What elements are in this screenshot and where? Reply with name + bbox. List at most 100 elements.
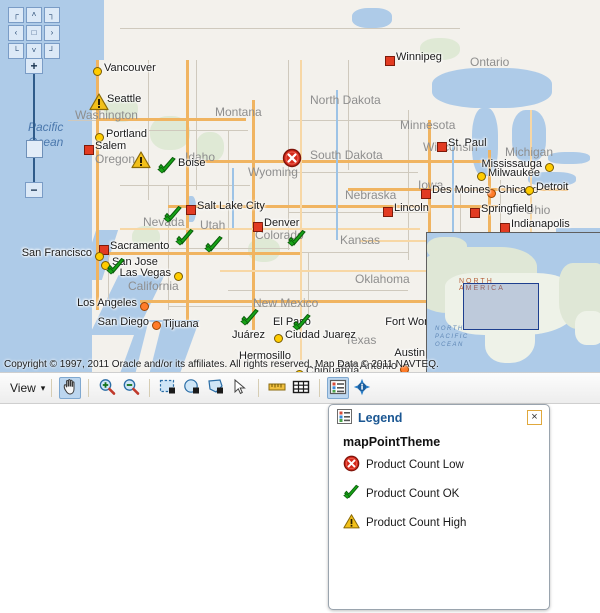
close-icon[interactable]: × (527, 410, 542, 425)
theme-marker-low[interactable] (282, 148, 302, 168)
map-viewport[interactable]: Pacific Ocean Washington Oregon Idaho Montan… (0, 0, 600, 372)
theme-marker-ok[interactable] (240, 308, 260, 328)
zoom-slider-track[interactable] (33, 74, 35, 182)
lake-ontario (548, 152, 590, 164)
theme-marker-ok[interactable] (163, 205, 183, 225)
map-navigation-pad[interactable]: ┌ ˄ ┐ ‹ □ › └ ˅ ┘ (8, 7, 62, 61)
city-marker[interactable] (140, 302, 149, 311)
state-label: Utah (200, 218, 226, 232)
overview-viewport-rectangle[interactable] (463, 283, 539, 330)
arrow-pointer-icon (231, 378, 249, 399)
city-marker[interactable] (525, 186, 534, 195)
city-marker[interactable] (95, 252, 104, 261)
legend-item-label: Product Count OK (366, 488, 460, 500)
zoom-in-button[interactable]: + (25, 58, 43, 74)
theme-marker-ok[interactable] (287, 229, 307, 249)
pan-north-button[interactable]: ˄ (26, 7, 42, 23)
state-border (196, 60, 197, 190)
circle-select-tool[interactable] (181, 377, 203, 399)
rectangle-select-tool[interactable] (157, 377, 179, 399)
city-marker[interactable] (93, 67, 102, 76)
ruler-icon (268, 378, 286, 399)
pan-southwest-button[interactable]: └ (8, 43, 24, 59)
city-label: Juárez (231, 329, 265, 341)
road-i80 (100, 252, 300, 255)
theme-marker-ok[interactable] (204, 235, 224, 255)
map-copyright: Copyright © 1997, 2011 Oracle and/or its… (4, 359, 439, 370)
state-border (228, 130, 229, 250)
grid-tool[interactable] (290, 377, 312, 399)
overview-map[interactable]: NORTH AMERICA NORTH PACIFIC OCEAN (426, 232, 600, 372)
city-marker[interactable] (186, 205, 196, 215)
info-tool[interactable] (351, 377, 373, 399)
pan-northwest-button[interactable]: ┌ (8, 7, 24, 23)
state-label: New Mexico (253, 296, 319, 310)
theme-marker-ok[interactable] (157, 156, 177, 176)
state-label: Ontario (470, 55, 510, 69)
city-marker[interactable] (174, 272, 183, 281)
legend-tool[interactable] (327, 377, 350, 399)
toolbar-separator (149, 379, 151, 397)
legend-title: Legend (358, 411, 403, 425)
city-marker[interactable] (84, 145, 94, 155)
zoom-slider[interactable]: + − (25, 58, 45, 198)
city-marker[interactable] (274, 334, 283, 343)
city-marker[interactable] (470, 208, 480, 218)
legend-item-label: Product Count Low (366, 459, 464, 471)
state-label: Minnesota (400, 118, 456, 132)
grid-icon (292, 378, 310, 399)
city-label: Los Angeles (77, 297, 137, 309)
zoom-out-tool[interactable] (120, 377, 142, 399)
pan-west-button[interactable]: ‹ (8, 25, 24, 41)
river (232, 168, 234, 228)
forest-area (150, 116, 190, 150)
city-label: Sacramento (110, 240, 170, 252)
pan-tool[interactable] (59, 377, 82, 399)
city-marker[interactable] (437, 142, 447, 152)
pan-northeast-button[interactable]: ┐ (44, 7, 60, 23)
city-label: Winnipeg (396, 51, 442, 63)
rectangle-select-icon (159, 378, 177, 399)
theme-marker-ok[interactable] (175, 228, 195, 248)
state-label: Nebraska (345, 188, 397, 202)
measure-tool[interactable] (266, 377, 288, 399)
city-label: Denver (264, 217, 300, 229)
polygon-select-tool[interactable] (205, 377, 227, 399)
pan-east-button[interactable]: › (44, 25, 60, 41)
state-label: Kansas (340, 233, 381, 247)
city-marker[interactable] (383, 207, 393, 217)
city-marker[interactable] (253, 222, 263, 232)
city-label: Fort Worth (385, 316, 437, 328)
theme-marker-warning[interactable] (131, 150, 151, 170)
zoom-out-button[interactable]: − (25, 182, 43, 198)
legend-item-label: Product Count High (366, 517, 467, 529)
pointer-tool[interactable] (229, 377, 251, 399)
city-marker[interactable] (385, 56, 395, 66)
pan-south-button[interactable]: ˅ (26, 43, 42, 59)
zoom-slider-thumb[interactable] (26, 140, 43, 158)
pan-center-button[interactable]: □ (26, 25, 42, 41)
view-menu-button[interactable]: View ▾ (10, 381, 45, 395)
theme-marker-ok[interactable] (292, 313, 312, 333)
zoom-out-icon (122, 378, 140, 399)
city-marker[interactable] (545, 163, 554, 172)
city-marker[interactable] (421, 189, 431, 199)
legend-panel[interactable]: Legend × mapPointTheme Product Count Low… (328, 404, 550, 610)
pan-southeast-button[interactable]: ┘ (44, 43, 60, 59)
zoom-in-tool[interactable] (96, 377, 118, 399)
view-menu-label: View (10, 381, 36, 395)
theme-marker-ok[interactable] (106, 257, 126, 277)
city-label: Las Vegas (119, 267, 171, 279)
legend-list-icon (329, 378, 347, 399)
map-application: Pacific Ocean Washington Oregon Idaho Montan… (0, 0, 600, 613)
city-label: San Francisco (21, 247, 92, 259)
overview-landmass (427, 237, 467, 259)
city-label: Seattle (107, 93, 142, 105)
legend-item: Product Count High (343, 513, 549, 533)
city-label: Austin (394, 347, 425, 359)
green-check-icon (343, 484, 360, 504)
city-label: Salt Lake City (197, 200, 265, 212)
theme-marker-warning[interactable] (89, 92, 109, 112)
city-marker[interactable] (477, 172, 486, 181)
state-label: Montana (215, 105, 262, 119)
